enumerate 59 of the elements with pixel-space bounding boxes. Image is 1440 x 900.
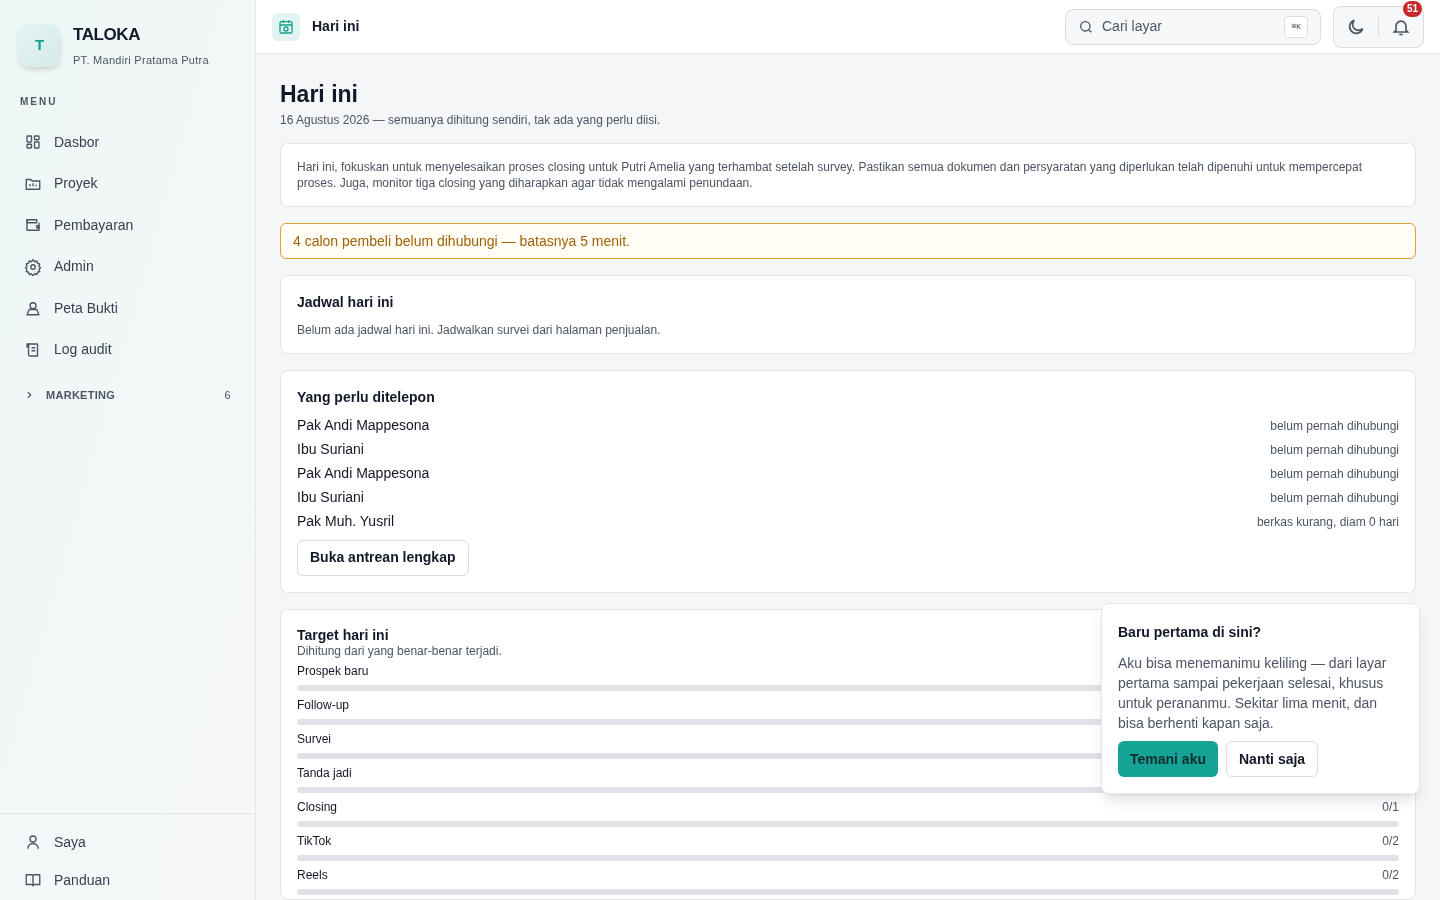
popover-title: Baru pertama di sini? [1118,623,1263,642]
target-label: Follow-up [297,697,350,715]
user-icon [24,833,42,851]
card-title: Yang perlu ditelepon [297,387,435,407]
nav-item[interactable]: Log audit [14,330,241,369]
target-label: Tanda jadi [297,765,352,783]
contact-status: belum pernah dihubungi [1270,465,1399,483]
page-title: Hari ini [312,17,360,36]
target-reading: 0/1 [1382,799,1399,817]
nav-item[interactable]: Dasbor [14,123,241,162]
nav-item[interactable]: Panduan [14,866,241,894]
heading: Hari ini [280,80,359,109]
card-title: Target hari ini [297,625,389,644]
target-label: Reels [297,867,328,885]
target-label: Survei [297,731,331,749]
nav-item[interactable]: Peta Bukti [14,289,241,328]
nav-group[interactable]: MARKETING 6 [14,383,241,408]
subtitle: 16 Agustus 2026 — semuanya dihitung sendiri, tak ada yang perlu diisi. [280,111,662,129]
contact-status: berkas kurang, diam 0 hari [1256,513,1399,531]
search-bar[interactable]: Cari layar ⌘K [1065,8,1321,45]
open-queue-button[interactable]: Buka antrean lengkap [297,539,469,576]
contact-name: Pak Muh. Yusril [297,512,394,532]
book-icon [24,871,42,889]
contact-status: belum pernah dihubungi [1270,441,1399,459]
nav-item[interactable]: Admin [14,247,241,286]
company-name: PT. Mandiri Pratama Putra [73,52,209,68]
target-label: Closing [297,799,338,817]
search-input[interactable]: Cari layar [1102,16,1277,37]
nav-item[interactable]: Pembayaran [14,206,241,245]
target-label: Prospek baru [297,663,369,681]
contact-status: belum pernah dihubungi [1270,417,1399,435]
card-subtitle: Dihitung dari yang benar-benar terjadi. [297,643,502,659]
empty-text: Belum ada jadwal hari ini. Jadwalkan survei dari halaman penjualan. [297,321,661,339]
contact-name: Pak Andi Mappesona [297,464,430,484]
brand-name: TALOKA [73,24,141,46]
grid-icon [24,133,42,152]
target-reading: 0/2 [1382,833,1399,851]
logo: T [18,23,61,67]
settings-icon [24,257,42,276]
search-icon [1078,18,1094,35]
contact-name: Ibu Suriani [297,488,364,508]
secondary-button[interactable]: Nanti saja [1226,741,1319,777]
popover-text: Aku bisa menemanimu keliling — dari layar pertama sampai pekerjaan selesai, khusus untuk perananmu. Sekitar lima menit, dan bisa berhenti kapan saja. [1118,654,1388,733]
contact-name: Pak Andi Mappesona [297,416,430,436]
shortcut-key: ⌘K [1284,15,1308,38]
card-title: Jadwal hari ini [297,292,394,312]
calendar-icon [272,12,300,41]
contact-status: belum pernah dihubungi [1270,489,1399,507]
primary-button[interactable]: Temani aku [1118,741,1218,777]
target-reading: 0/2 [1382,867,1399,885]
alert-text: 4 calon pembeli belum dihubungi — batasnya 5 menit. [293,231,630,250]
nav-item[interactable]: Saya [14,828,241,856]
chevron-icon [24,390,34,401]
section-label: MENU [20,95,59,109]
notification-badge: 51 [1402,0,1422,17]
contact-name: Ibu Suriani [297,440,364,460]
nav-item[interactable]: Proyek [14,164,241,203]
summary-text: Hari ini, fokuskan untuk menyelesaikan proses closing untuk Putri Amelia yang terhambat setelah survey. Pastikan semua dokumen dan persyaratan yang diperlukan telah dipenuhi untuk mempercepat proses. Juga, monitor tiga closing yang diharapkan agar tidak mengalami penundaan. [297,158,1364,191]
target-label: TikTok [297,833,332,851]
